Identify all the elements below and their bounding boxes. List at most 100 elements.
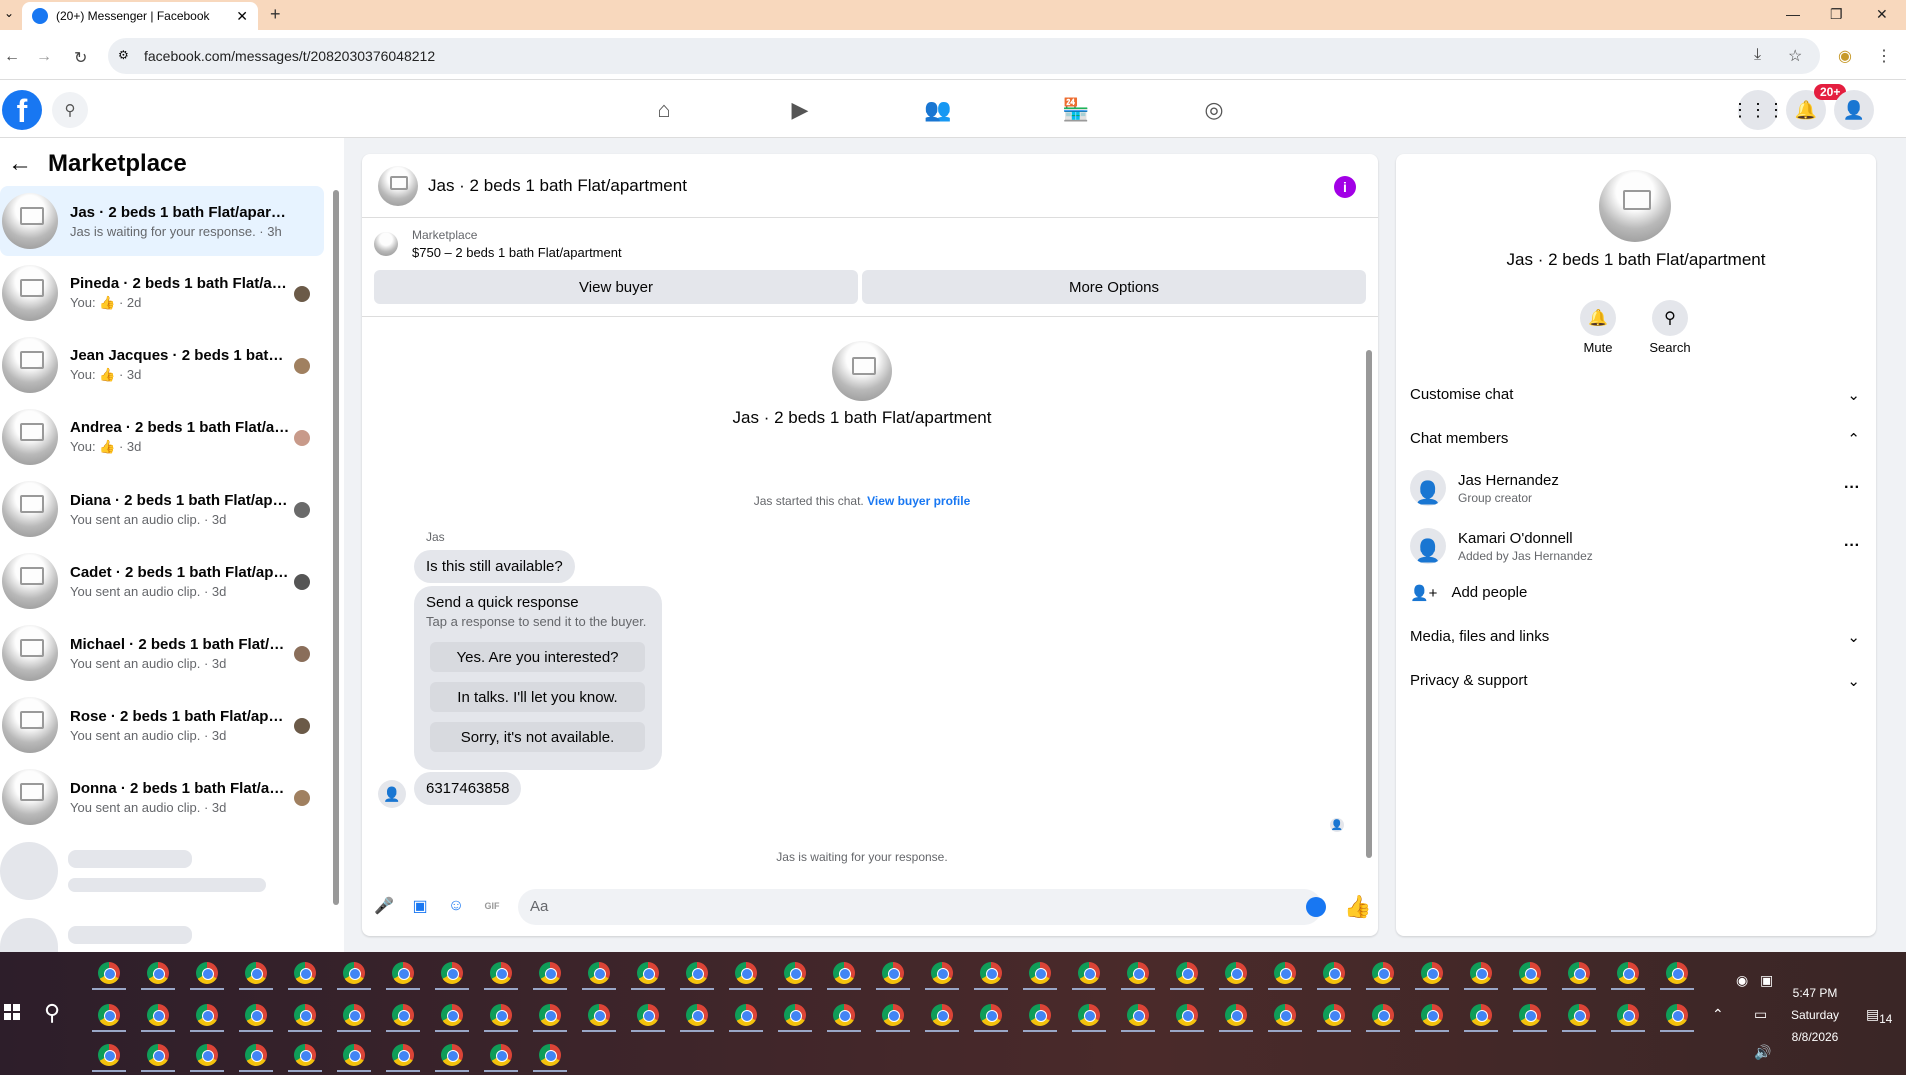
chrome-window-icon[interactable] (98, 1044, 120, 1066)
screen-icon[interactable]: ▣ (1760, 972, 1773, 989)
chrome-window-icon[interactable] (1323, 962, 1345, 984)
photo-icon[interactable]: ▣ (410, 896, 430, 916)
add-people-button[interactable]: 👤+ Add people (1410, 584, 1860, 602)
bookmark-star-icon[interactable]: ☆ (1788, 46, 1802, 66)
chrome-window-icon[interactable] (1421, 962, 1443, 984)
conversation-item[interactable]: Jean Jacques · 2 beds 1 bath F... You: 👍 … (0, 330, 324, 400)
account-icon[interactable]: 👤 (1834, 90, 1874, 130)
taskbar-clock[interactable]: 5:47 PM Saturday 8/8/2026 (1780, 982, 1850, 1048)
quick-response-button[interactable]: Sorry, it's not available. (430, 722, 645, 752)
forward-icon[interactable]: → (36, 48, 52, 66)
chrome-window-icon[interactable] (833, 1004, 855, 1026)
chrome-window-icon[interactable] (1568, 1004, 1590, 1026)
chrome-window-icon[interactable] (245, 1004, 267, 1026)
chrome-window-icon[interactable] (196, 962, 218, 984)
chrome-window-icon[interactable] (441, 1044, 463, 1066)
windows-start-icon[interactable] (4, 1004, 20, 1020)
chat-members-section[interactable]: Chat members ⌃ (1410, 430, 1860, 448)
message-bubble[interactable]: 6317463858 (414, 772, 522, 805)
view-buyer-profile-link[interactable]: View buyer profile (867, 494, 970, 508)
chat-scrollbar[interactable] (1366, 350, 1372, 858)
chrome-window-icon[interactable] (294, 1004, 316, 1026)
member-row[interactable]: 👤 Jas Hernandez Group creator ··· (1410, 470, 1860, 506)
chrome-window-icon[interactable] (343, 1004, 365, 1026)
friends-icon[interactable]: 👥 (924, 96, 952, 124)
conversation-scrollbar[interactable] (333, 190, 339, 905)
close-window-icon[interactable]: ✕ (1876, 6, 1888, 23)
chrome-window-icon[interactable] (1421, 1004, 1443, 1026)
chrome-window-icon[interactable] (1470, 962, 1492, 984)
restore-icon[interactable]: ❐ (1830, 6, 1843, 23)
profile-icon[interactable]: ◉ (1838, 46, 1852, 66)
chrome-window-icon[interactable] (1078, 1004, 1100, 1026)
chrome-window-icon[interactable] (294, 962, 316, 984)
conversation-item[interactable]: Cadet · 2 beds 1 bath Flat/apa... You sen… (0, 546, 324, 616)
menu-grid-icon[interactable]: ⋮⋮⋮ (1731, 90, 1785, 130)
back-arrow-icon[interactable]: ← (8, 150, 32, 178)
chrome-window-icon[interactable] (1470, 1004, 1492, 1026)
chrome-window-icon[interactable] (392, 962, 414, 984)
customise-chat-section[interactable]: Customise chat ⌄ (1410, 386, 1860, 404)
marketplace-listing[interactable]: Marketplace $750 – 2 beds 1 bath Flat/ap… (374, 228, 622, 260)
chrome-window-icon[interactable] (196, 1044, 218, 1066)
chrome-window-icon[interactable] (343, 1044, 365, 1066)
reload-icon[interactable]: ↻ (74, 48, 87, 68)
chrome-window-icon[interactable] (441, 962, 463, 984)
volume-icon[interactable]: 🔊 (1754, 1044, 1771, 1061)
emoji-icon[interactable] (1306, 897, 1326, 917)
browser-tab[interactable]: (20+) Messenger | Facebook ✕ (22, 2, 258, 30)
view-buyer-button[interactable]: View buyer (374, 270, 858, 304)
chrome-window-icon[interactable] (735, 962, 757, 984)
chrome-window-icon[interactable] (343, 962, 365, 984)
chrome-window-icon[interactable] (637, 1004, 659, 1026)
conversation-item[interactable]: Pineda · 2 beds 1 bath Flat/ap... You: 👍 … (0, 258, 324, 328)
chrome-window-icon[interactable] (1274, 962, 1296, 984)
message-bubble[interactable]: Is this still available? (414, 550, 575, 583)
conversation-item[interactable]: Michael · 2 beds 1 bath Flat/a... You sen… (0, 618, 324, 688)
chrome-window-icon[interactable] (1078, 962, 1100, 984)
chrome-window-icon[interactable] (1323, 1004, 1345, 1026)
chrome-window-icon[interactable] (686, 962, 708, 984)
chrome-window-icon[interactable] (1176, 962, 1198, 984)
chrome-window-icon[interactable] (784, 962, 806, 984)
back-icon[interactable]: ← (4, 48, 20, 66)
chrome-window-icon[interactable] (98, 962, 120, 984)
site-settings-icon[interactable]: ⚙ (118, 48, 129, 62)
notifications-tray-icon[interactable]: ▤14 (1866, 1006, 1892, 1026)
conversation-item[interactable]: Donna · 2 beds 1 bath Flat/apart... You s… (0, 762, 324, 832)
chrome-window-icon[interactable] (392, 1004, 414, 1026)
chrome-window-icon[interactable] (539, 1004, 561, 1026)
chrome-window-icon[interactable] (1372, 1004, 1394, 1026)
chrome-window-icon[interactable] (1225, 1004, 1247, 1026)
chrome-window-icon[interactable] (1372, 962, 1394, 984)
tab-list-icon[interactable]: ⌄ (4, 6, 14, 20)
chrome-window-icon[interactable] (588, 1004, 610, 1026)
groups-icon[interactable]: ◎ (1200, 96, 1228, 124)
marketplace-icon[interactable]: 🏪 (1062, 96, 1090, 124)
chrome-window-icon[interactable] (980, 962, 1002, 984)
chrome-window-icon[interactable] (490, 1004, 512, 1026)
chrome-window-icon[interactable] (539, 1044, 561, 1066)
minimize-icon[interactable]: — (1786, 6, 1800, 22)
chrome-window-icon[interactable] (392, 1044, 414, 1066)
chrome-window-icon[interactable] (931, 962, 953, 984)
search-icon[interactable]: ⚲ (1652, 300, 1688, 336)
conversation-item[interactable]: Diana · 2 beds 1 bath Flat/apa... You sen… (0, 474, 324, 544)
new-tab-icon[interactable]: + (270, 4, 281, 25)
conversation-item[interactable]: Jas · 2 beds 1 bath Flat/apartment Jas is… (0, 186, 324, 256)
chrome-window-icon[interactable] (1519, 1004, 1541, 1026)
home-icon[interactable]: ⌂ (650, 96, 678, 124)
chrome-window-icon[interactable] (882, 1004, 904, 1026)
quick-response-button[interactable]: In talks. I'll let you know. (430, 682, 645, 712)
chrome-window-icon[interactable] (1127, 1004, 1149, 1026)
more-icon[interactable]: ··· (1844, 479, 1860, 497)
quick-response-button[interactable]: Yes. Are you interested? (430, 642, 645, 672)
chrome-window-icon[interactable] (1666, 962, 1688, 984)
chrome-window-icon[interactable] (1519, 962, 1541, 984)
chrome-window-icon[interactable] (441, 1004, 463, 1026)
more-icon[interactable]: ··· (1844, 537, 1860, 555)
chrome-window-icon[interactable] (1568, 962, 1590, 984)
chrome-window-icon[interactable] (931, 1004, 953, 1026)
url-input[interactable]: facebook.com/messages/t/2082030376048212 (108, 38, 1820, 74)
chrome-window-icon[interactable] (980, 1004, 1002, 1026)
